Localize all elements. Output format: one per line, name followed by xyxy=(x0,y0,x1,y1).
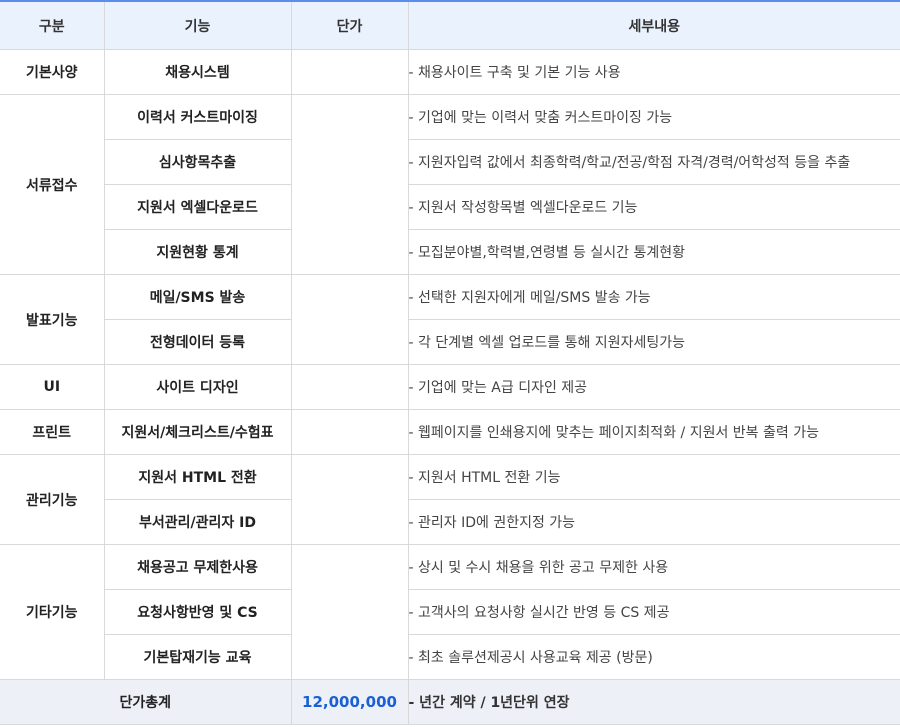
detail-cell: - 지원서 HTML 전환 기능 xyxy=(407,454,900,500)
detail-cell: - 각 단계별 엑셀 업로드를 통해 지원자세팅가능 xyxy=(407,319,900,365)
table-row: 심사항목추출 - 지원자입력 값에서 최종학력/학교/전공/학점 자격/경력/어… xyxy=(0,139,900,185)
category-cell: 발표기능 xyxy=(0,274,105,365)
header-row: 구분 기능 단가 세부내용 xyxy=(0,0,900,50)
pricing-table: 구분 기능 단가 세부내용 기본사양 채용시스템 - 채용사이트 구축 및 기본… xyxy=(0,0,900,725)
function-cell: 이력서 커스트마이징 xyxy=(103,94,292,140)
price-cell xyxy=(290,49,409,95)
category-cell: 기타기능 xyxy=(0,544,105,680)
category-cell: 프린트 xyxy=(0,409,105,455)
table-row: 요청사항반영 및 CS - 고객사의 요청사항 실시간 반영 등 CS 제공 xyxy=(0,589,900,635)
total-detail: - 년간 계약 / 1년단위 연장 xyxy=(407,679,900,725)
table-row: 프린트 지원서/체크리스트/수험표 - 웹페이지를 인쇄용지에 맞추는 페이지최… xyxy=(0,409,900,455)
function-cell: 심사항목추출 xyxy=(104,139,292,185)
total-label: 단가총계 xyxy=(0,679,292,725)
price-cell xyxy=(290,274,409,365)
function-cell: 부서관리/관리자 ID xyxy=(104,499,292,545)
category-cell: 서류접수 xyxy=(0,94,105,275)
table-row: 기본탑재기능 교육 - 최초 솔루션제공시 사용교육 제공 (방문) xyxy=(0,634,900,680)
detail-cell: - 모집분야별,학력별,연령별 등 실시간 통계현황 xyxy=(407,229,900,275)
function-cell: 채용시스템 xyxy=(103,49,292,95)
function-cell: 전형데이터 등록 xyxy=(104,319,292,365)
table-row: UI 사이트 디자인 - 기업에 맞는 A급 디자인 제공 xyxy=(0,364,900,410)
table-row: 발표기능 메일/SMS 발송 - 선택한 지원자에게 메일/SMS 발송 가능 xyxy=(0,274,900,365)
function-cell: 요청사항반영 및 CS xyxy=(104,589,292,635)
function-cell: 기본탑재기능 교육 xyxy=(104,634,292,680)
detail-cell: - 관리자 ID에 권한지정 가능 xyxy=(407,499,900,545)
table-row: 전형데이터 등록 - 각 단계별 엑셀 업로드를 통해 지원자세팅가능 xyxy=(0,319,900,365)
function-cell: 메일/SMS 발송 xyxy=(103,274,292,320)
detail-cell: - 최초 솔루션제공시 사용교육 제공 (방문) xyxy=(407,634,900,680)
table-row: 관리기능 지원서 HTML 전환 - 지원서 HTML 전환 기능 xyxy=(0,454,900,545)
table-row: 서류접수 이력서 커스트마이징 - 기업에 맞는 이력서 맞춤 커스트마이징 가… xyxy=(0,94,900,275)
table-row: 지원현황 통계 - 모집분야별,학력별,연령별 등 실시간 통계현황 xyxy=(0,229,900,275)
header-category: 구분 xyxy=(0,0,105,50)
detail-cell: - 상시 및 수시 채용을 위한 공고 무제한 사용 xyxy=(407,544,900,590)
price-cell xyxy=(290,364,409,410)
header-price: 단가 xyxy=(290,0,409,50)
function-cell: 채용공고 무제한사용 xyxy=(103,544,292,590)
table-row: 기타기능 채용공고 무제한사용 - 상시 및 수시 채용을 위한 공고 무제한 … xyxy=(0,544,900,680)
price-cell xyxy=(290,454,409,545)
header-function: 기능 xyxy=(103,0,292,50)
function-cell: 지원현황 통계 xyxy=(104,229,292,275)
detail-cell: - 선택한 지원자에게 메일/SMS 발송 가능 xyxy=(407,274,900,320)
detail-cell: - 지원자입력 값에서 최종학력/학교/전공/학점 자격/경력/어학성적 등을 … xyxy=(407,139,900,185)
function-cell: 사이트 디자인 xyxy=(103,364,292,410)
category-cell: 기본사양 xyxy=(0,49,105,95)
header-detail: 세부내용 xyxy=(407,0,900,50)
category-cell: 관리기능 xyxy=(0,454,105,545)
detail-cell: - 기업에 맞는 A급 디자인 제공 xyxy=(407,364,900,410)
function-cell: 지원서 엑셀다운로드 xyxy=(104,184,292,230)
total-row: 단가총계 12,000,000 - 년간 계약 / 1년단위 연장 xyxy=(0,679,900,725)
category-cell: UI xyxy=(0,364,105,410)
price-cell xyxy=(290,544,409,680)
price-cell xyxy=(290,409,409,455)
detail-cell: - 기업에 맞는 이력서 맞춤 커스트마이징 가능 xyxy=(407,94,900,140)
price-cell xyxy=(290,94,409,275)
detail-cell: - 웹페이지를 인쇄용지에 맞추는 페이지최적화 / 지원서 반복 출력 가능 xyxy=(407,409,900,455)
function-cell: 지원서/체크리스트/수험표 xyxy=(103,409,292,455)
function-cell: 지원서 HTML 전환 xyxy=(103,454,292,500)
table-row: 부서관리/관리자 ID - 관리자 ID에 권한지정 가능 xyxy=(0,499,900,545)
table-row: 기본사양 채용시스템 - 채용사이트 구축 및 기본 기능 사용 xyxy=(0,49,900,95)
total-price: 12,000,000 xyxy=(290,679,409,725)
detail-cell: - 고객사의 요청사항 실시간 반영 등 CS 제공 xyxy=(407,589,900,635)
table-row: 지원서 엑셀다운로드 - 지원서 작성항목별 엑셀다운로드 기능 xyxy=(0,184,900,230)
detail-cell: - 지원서 작성항목별 엑셀다운로드 기능 xyxy=(407,184,900,230)
detail-cell: - 채용사이트 구축 및 기본 기능 사용 xyxy=(407,49,900,95)
